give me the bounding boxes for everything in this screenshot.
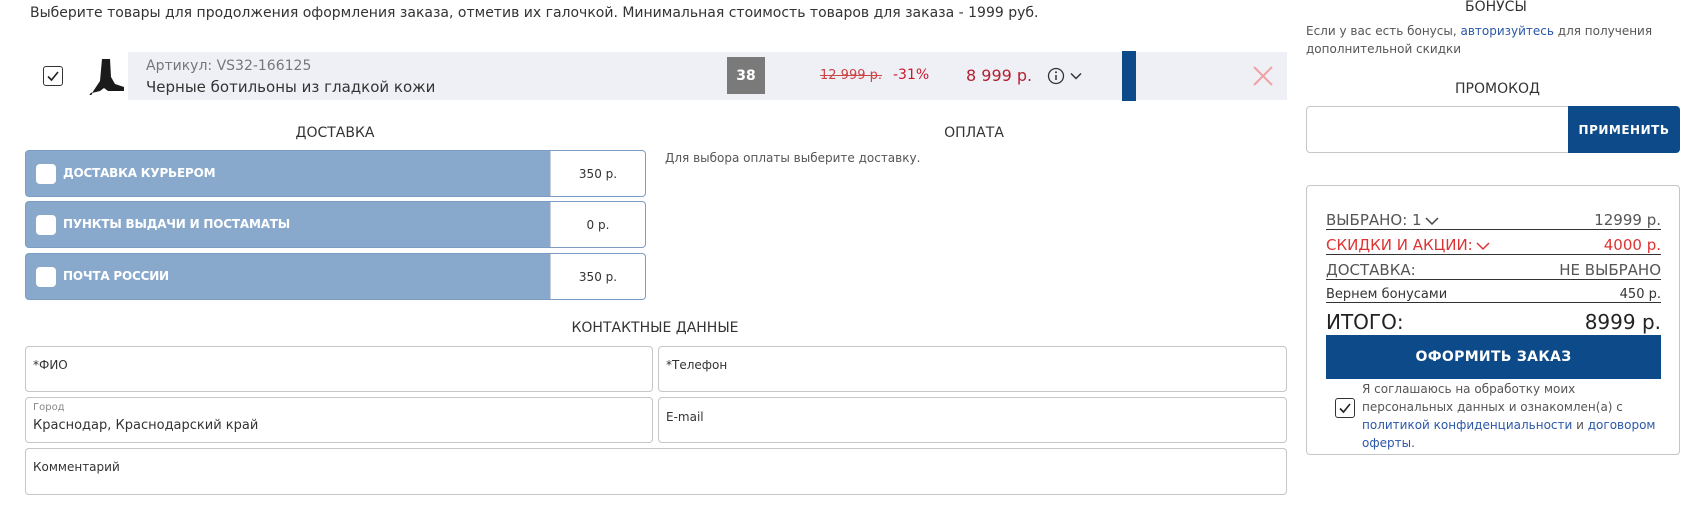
summary-total-value: 8999 р. (1584, 310, 1661, 334)
item-checkbox[interactable] (43, 66, 63, 86)
bonus-title: БОНУСЫ (1465, 0, 1527, 15)
delivery-option-label: ПУНКТЫ ВЫДАЧИ И ПОСТАМАТЫ (63, 217, 291, 231)
comment-field[interactable]: Комментарий (25, 448, 1287, 495)
summary-delivery-value: НЕ ВЫБРАНО (1559, 261, 1661, 279)
intro-text: Выберите товары для продолжения оформлен… (30, 5, 1039, 21)
item-price: 8 999 р. (966, 66, 1033, 85)
delivery-option-label: ДОСТАВКА КУРЬЕРОМ (63, 166, 216, 180)
agree-text-end: . (1411, 436, 1415, 450)
city-label: Город (33, 402, 65, 413)
login-link[interactable]: авторизуйтесь (1460, 24, 1554, 38)
contacts-title: КОНТАКТНЫЕ ДАННЫЕ (571, 320, 739, 336)
promo-title: ПРОМОКОД (1455, 81, 1540, 97)
old-price: 12 999 р. (820, 68, 883, 83)
bonus-text: Если у вас есть бонусы, авторизуйтесь дл… (1306, 22, 1666, 58)
delivery-option-pickup[interactable]: ПУНКТЫ ВЫДАЧИ И ПОСТАМАТЫ 0 р. (25, 201, 646, 248)
city-field[interactable]: Город Краснодар, Краснодарский край (25, 397, 653, 443)
item-name[interactable]: Черные ботильоны из гладкой кожи (146, 78, 435, 96)
summary-total-label: ИТОГО: (1326, 310, 1404, 334)
delivery-checkbox[interactable] (36, 215, 56, 235)
boot-thumbnail[interactable] (82, 57, 126, 95)
summary-bonus-row: Вернем бонусами 450 р. (1326, 282, 1661, 303)
discount-percent: -31% (893, 67, 930, 83)
cart-item-row: Артикул: VS32-166125 Черные ботильоны из… (25, 51, 1287, 101)
delivery-checkbox[interactable] (36, 267, 56, 287)
phone-placeholder: *Телефон (666, 358, 728, 372)
delivery-option-price: 350 р. (550, 151, 645, 196)
agree-text: Я соглашаюсь на обработку моих персональ… (1362, 380, 1662, 452)
summary-delivery-row: ДОСТАВКА: НЕ ВЫБРАНО (1326, 257, 1661, 280)
summary-selected-toggle[interactable]: ВЫБРАНО: 1 (1326, 211, 1439, 229)
delivery-option-price: 0 р. (550, 202, 645, 247)
chevron-down-icon[interactable] (1069, 69, 1083, 83)
place-order-button[interactable]: ОФОРМИТЬ ЗАКАЗ (1326, 335, 1661, 379)
delivery-option-price: 350 р. (550, 254, 645, 299)
agree-text-and: и (1572, 418, 1588, 432)
summary-selected-row: ВЫБРАНО: 1 12999 р. (1326, 207, 1661, 230)
promo-input[interactable] (1306, 106, 1569, 153)
summary-bonus-value: 450 р. (1619, 287, 1661, 302)
summary-total-row: ИТОГО: 8999 р. (1326, 304, 1661, 334)
size-badge: 38 (727, 57, 765, 94)
delivery-option-label: ПОЧТА РОССИИ (63, 269, 169, 283)
summary-selected-value: 12999 р. (1594, 211, 1661, 229)
fio-placeholder: *ФИО (33, 358, 68, 372)
delivery-option-post[interactable]: ПОЧТА РОССИИ 350 р. (25, 253, 646, 300)
city-value: Краснодар, Краснодарский край (33, 418, 259, 433)
agree-checkbox[interactable] (1335, 398, 1355, 418)
apply-promo-button[interactable]: ПРИМЕНИТЬ (1568, 106, 1680, 153)
close-icon[interactable] (1251, 64, 1275, 88)
payment-note: Для выбора оплаты выберите доставку. (665, 151, 921, 165)
summary-selected-label: ВЫБРАНО: 1 (1326, 211, 1422, 229)
order-summary: ВЫБРАНО: 1 12999 р. СКИДКИ И АКЦИИ: 4000… (1306, 185, 1680, 455)
chevron-down-icon (1476, 241, 1490, 250)
item-accent-bar (1122, 51, 1136, 101)
fio-field[interactable]: *ФИО (25, 346, 653, 392)
email-field[interactable]: E-mail (658, 397, 1287, 443)
bonus-text-start: Если у вас есть бонусы, (1306, 24, 1461, 38)
phone-field[interactable]: *Телефон (658, 346, 1287, 392)
summary-delivery-label: ДОСТАВКА: (1326, 261, 1416, 279)
info-icon[interactable] (1047, 67, 1065, 85)
summary-discounts-toggle[interactable]: СКИДКИ И АКЦИИ: (1326, 236, 1490, 254)
item-article: Артикул: VS32-166125 (146, 58, 312, 74)
delivery-title: ДОСТАВКА (295, 125, 375, 141)
delivery-option-courier[interactable]: ДОСТАВКА КУРЬЕРОМ 350 р. (25, 150, 646, 197)
summary-discounts-row: СКИДКИ И АКЦИИ: 4000 р. (1326, 232, 1661, 255)
delivery-checkbox[interactable] (36, 164, 56, 184)
summary-discounts-label: СКИДКИ И АКЦИИ: (1326, 236, 1473, 254)
agree-text-start: Я соглашаюсь на обработку моих персональ… (1362, 382, 1623, 414)
privacy-policy-link[interactable]: политикой конфиденциальности (1362, 418, 1572, 432)
comment-placeholder: Комментарий (33, 460, 120, 474)
summary-bonus-label: Вернем бонусами (1326, 287, 1448, 302)
email-placeholder: E-mail (666, 410, 704, 424)
chevron-down-icon (1425, 216, 1439, 225)
payment-title: ОПЛАТА (944, 125, 1004, 141)
check-icon (47, 71, 59, 82)
summary-discounts-value: 4000 р. (1603, 236, 1661, 254)
check-icon (1339, 403, 1351, 414)
